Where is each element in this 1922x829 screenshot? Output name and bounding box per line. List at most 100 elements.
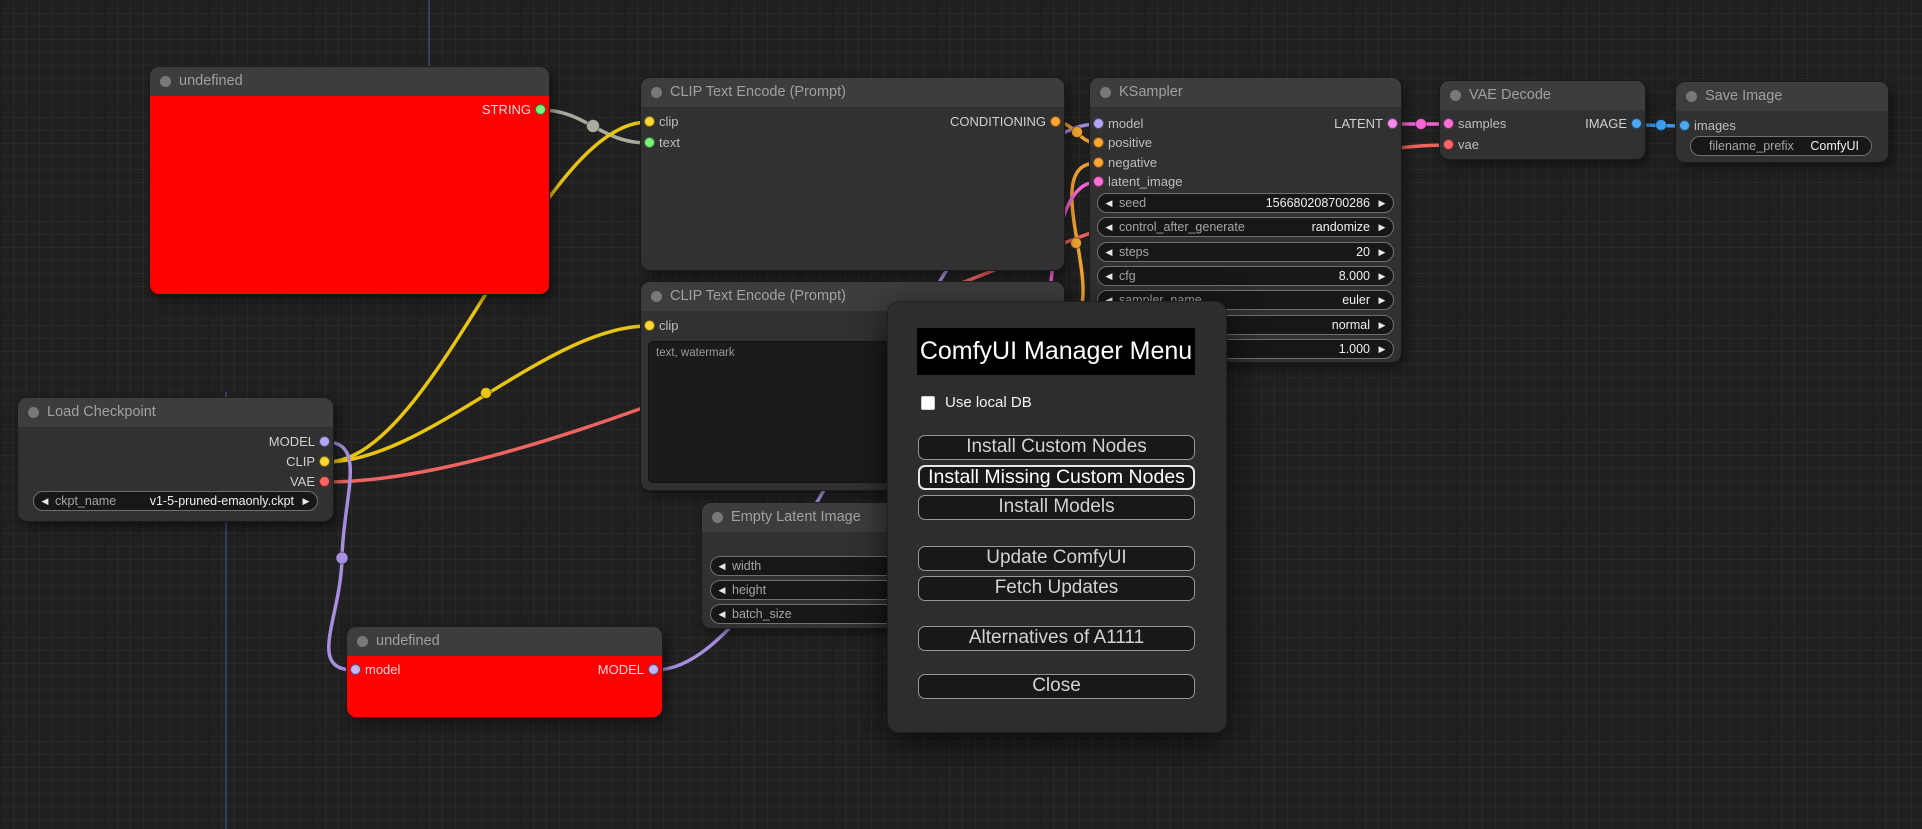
increment-arrow-icon[interactable]: ▶ xyxy=(1374,243,1390,261)
widget-value: 8.000 xyxy=(1338,269,1370,283)
decrement-arrow-icon[interactable]: ◀ xyxy=(714,581,730,599)
widget-label: control_after_generate xyxy=(1119,220,1245,234)
node-title: KSampler xyxy=(1119,84,1183,100)
decrement-arrow-icon[interactable]: ◀ xyxy=(1101,267,1117,285)
output-label-string: STRING xyxy=(481,102,531,117)
input-slot-positive[interactable] xyxy=(1093,137,1104,148)
node-titlebar[interactable]: undefined xyxy=(150,67,549,96)
node-vae-decode[interactable]: VAE Decode samples IMAGE vae xyxy=(1440,81,1645,159)
input-slot-clip[interactable] xyxy=(644,320,655,331)
input-slot-images[interactable] xyxy=(1679,120,1690,131)
input-slot-negative[interactable] xyxy=(1093,157,1104,168)
node-title: CLIP Text Encode (Prompt) xyxy=(670,84,846,100)
input-label-samples: samples xyxy=(1458,116,1507,131)
collapse-dot-icon[interactable] xyxy=(160,76,171,87)
alternatives-of-a1111-button[interactable]: Alternatives of A1111 xyxy=(918,626,1195,651)
install-missing-custom-nodes-button[interactable]: Install Missing Custom Nodes xyxy=(918,465,1195,490)
output-slot-vae[interactable] xyxy=(319,476,330,487)
output-slot-model[interactable] xyxy=(648,664,659,675)
link-dot xyxy=(480,387,492,399)
widget-control-after-generate[interactable]: ◀ control_after_generate randomize ▶ xyxy=(1097,217,1394,237)
increment-arrow-icon[interactable]: ▶ xyxy=(1374,218,1390,236)
increment-arrow-icon[interactable]: ▶ xyxy=(1374,194,1390,212)
node-title: Save Image xyxy=(1705,88,1783,104)
next-arrow-icon[interactable]: ▶ xyxy=(298,492,314,510)
install-models-button[interactable]: Install Models xyxy=(918,495,1195,520)
collapse-dot-icon[interactable] xyxy=(1450,90,1461,101)
collapse-dot-icon[interactable] xyxy=(1686,91,1697,102)
widget-value: 1.000 xyxy=(1338,342,1370,356)
increment-arrow-icon[interactable]: ▶ xyxy=(1374,267,1390,285)
input-slot-latent-image[interactable] xyxy=(1093,176,1104,187)
widget-cfg[interactable]: ◀ cfg 8.000 ▶ xyxy=(1097,266,1394,286)
node-title: Load Checkpoint xyxy=(47,404,156,420)
input-slot-text[interactable] xyxy=(644,137,655,148)
decrement-arrow-icon[interactable]: ◀ xyxy=(1101,218,1117,236)
close-button[interactable]: Close xyxy=(918,674,1195,699)
increment-arrow-icon[interactable]: ▶ xyxy=(1374,291,1390,309)
input-slot-vae[interactable] xyxy=(1443,139,1454,150)
node-titlebar[interactable]: KSampler xyxy=(1090,78,1401,107)
use-local-db-checkbox[interactable] xyxy=(921,396,935,410)
prev-arrow-icon[interactable]: ◀ xyxy=(37,492,53,510)
increment-arrow-icon[interactable]: ▶ xyxy=(1374,340,1390,358)
link-dot xyxy=(1070,237,1082,249)
widget-label: width xyxy=(732,559,762,573)
update-comfyui-button[interactable]: Update ComfyUI xyxy=(918,546,1195,571)
collapse-dot-icon[interactable] xyxy=(1100,87,1111,98)
output-slot-latent[interactable] xyxy=(1387,118,1398,129)
input-label-model: model xyxy=(365,662,401,677)
widget-steps[interactable]: ◀ steps 20 ▶ xyxy=(1097,242,1394,262)
widget-filename-prefix[interactable]: filename_prefix ComfyUI xyxy=(1690,136,1872,156)
node-titlebar[interactable]: CLIP Text Encode (Prompt) xyxy=(641,78,1064,107)
input-label-negative: negative xyxy=(1108,155,1158,170)
output-slot-image[interactable] xyxy=(1631,118,1642,129)
collapse-dot-icon[interactable] xyxy=(651,291,662,302)
input-slot-model[interactable] xyxy=(1093,118,1104,129)
input-label-positive: positive xyxy=(1108,135,1153,150)
decrement-arrow-icon[interactable]: ◀ xyxy=(714,557,730,575)
node-title: Empty Latent Image xyxy=(731,509,861,525)
decrement-arrow-icon[interactable]: ◀ xyxy=(1101,243,1117,261)
node-clip-text-encode-positive[interactable]: CLIP Text Encode (Prompt) clip CONDITION… xyxy=(641,78,1064,270)
output-slot-model[interactable] xyxy=(319,436,330,447)
prompt-text: text, watermark xyxy=(656,347,735,359)
collapse-dot-icon[interactable] xyxy=(712,512,723,523)
output-slot-clip[interactable] xyxy=(319,456,330,467)
collapse-dot-icon[interactable] xyxy=(357,636,368,647)
install-custom-nodes-button[interactable]: Install Custom Nodes xyxy=(918,435,1195,460)
node-titlebar[interactable]: Save Image xyxy=(1676,82,1888,111)
node-titlebar[interactable]: Load Checkpoint xyxy=(18,398,333,427)
input-slot-clip[interactable] xyxy=(644,116,655,127)
comfyui-manager-menu: ComfyUI Manager Menu Use local DB Instal… xyxy=(888,302,1226,732)
widget-label: filename_prefix xyxy=(1709,139,1794,153)
decrement-arrow-icon[interactable]: ◀ xyxy=(1101,194,1117,212)
input-slot-model[interactable] xyxy=(350,664,361,675)
decrement-arrow-icon[interactable]: ◀ xyxy=(714,605,730,623)
widget-seed[interactable]: ◀ seed 156680208700286 ▶ xyxy=(1097,193,1394,213)
output-slot-string[interactable] xyxy=(535,104,546,115)
link-dot xyxy=(586,119,600,133)
node-load-checkpoint[interactable]: Load Checkpoint MODEL CLIP VAE ◀ ckpt_na… xyxy=(18,398,333,521)
widget-value: euler xyxy=(1342,293,1370,307)
comfyui-canvas[interactable]: undefined STRING CLIP Text Encode (Promp… xyxy=(0,0,1922,829)
input-label-clip: clip xyxy=(659,114,679,129)
node-titlebar[interactable]: VAE Decode xyxy=(1440,81,1645,110)
collapse-dot-icon[interactable] xyxy=(651,87,662,98)
input-label-text: text xyxy=(659,135,680,150)
input-slot-samples[interactable] xyxy=(1443,118,1454,129)
widget-label: seed xyxy=(1119,196,1147,210)
input-label-model: model xyxy=(1108,116,1144,131)
widget-label: steps xyxy=(1119,245,1149,259)
fetch-updates-button[interactable]: Fetch Updates xyxy=(918,576,1195,601)
input-label-latent-image: latent_image xyxy=(1108,174,1183,189)
collapse-dot-icon[interactable] xyxy=(28,407,39,418)
node-undefined-top[interactable]: undefined STRING xyxy=(150,67,549,294)
widget-ckpt-name[interactable]: ◀ ckpt_name v1-5-pruned-emaonly.ckpt ▶ xyxy=(33,491,318,511)
output-slot-conditioning[interactable] xyxy=(1050,116,1061,127)
node-save-image[interactable]: Save Image images filename_prefix ComfyU… xyxy=(1676,82,1888,162)
node-undefined-bottom[interactable]: undefined model MODEL xyxy=(347,627,662,717)
node-title: CLIP Text Encode (Prompt) xyxy=(670,288,846,304)
increment-arrow-icon[interactable]: ▶ xyxy=(1374,316,1390,334)
node-titlebar[interactable]: undefined xyxy=(347,627,662,656)
